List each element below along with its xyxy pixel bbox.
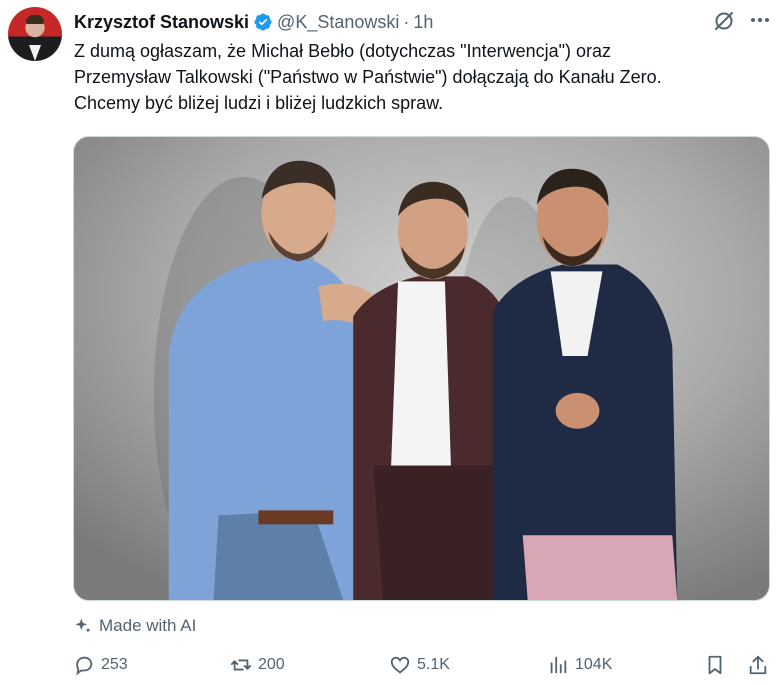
bookmark-button[interactable] — [704, 652, 732, 678]
made-with-ai-text: Made with AI — [99, 616, 197, 635]
tweet-text-line: Z dumą ogłaszam, że Michał Bebło (dotych… — [74, 41, 612, 61]
reply-icon — [76, 656, 93, 676]
reply-count: 253 — [101, 656, 128, 673]
tweet-text: Z dumą ogłaszam, że Michał Bebło (dotych… — [74, 38, 764, 116]
tweet-actions: 253 200 5.1K 104K — [73, 652, 773, 678]
views-button[interactable]: 104K — [547, 652, 612, 678]
grok-icon[interactable] — [712, 9, 736, 33]
like-count: 5.1K — [417, 656, 450, 673]
like-icon — [390, 656, 410, 674]
tweet-header: Krzysztof Stanowski @K_Stanowski · 1h — [74, 10, 433, 34]
share-icon — [749, 655, 767, 675]
bookmark-icon — [708, 655, 722, 675]
reply-button[interactable]: 253 — [73, 652, 128, 678]
tweet-photo[interactable] — [73, 136, 770, 601]
author-avatar[interactable] — [8, 7, 62, 61]
more-icon[interactable] — [748, 8, 772, 32]
repost-count: 200 — [258, 656, 285, 673]
made-with-ai-label[interactable]: Made with AI — [73, 614, 196, 638]
photo-illustration — [74, 137, 769, 600]
verified-badge-icon[interactable] — [253, 12, 273, 32]
separator-dot: · — [403, 11, 410, 32]
views-count: 104K — [575, 656, 613, 673]
author-handle[interactable]: @K_Stanowski — [277, 12, 399, 33]
sparkle-icon — [75, 618, 91, 633]
tweet-time[interactable]: 1h — [413, 12, 433, 33]
author-name[interactable]: Krzysztof Stanowski — [74, 12, 249, 33]
tweet-text-line: Przemysław Talkowski ("Państwo w Państwi… — [74, 67, 662, 87]
repost-icon — [230, 659, 252, 671]
tweet-text-line: Chcemy być bliżej ludzi i bliżej ludzkic… — [74, 93, 444, 113]
repost-button[interactable]: 200 — [230, 652, 285, 678]
views-icon — [550, 656, 567, 674]
like-button[interactable]: 5.1K — [389, 652, 450, 678]
share-button[interactable] — [747, 652, 775, 678]
